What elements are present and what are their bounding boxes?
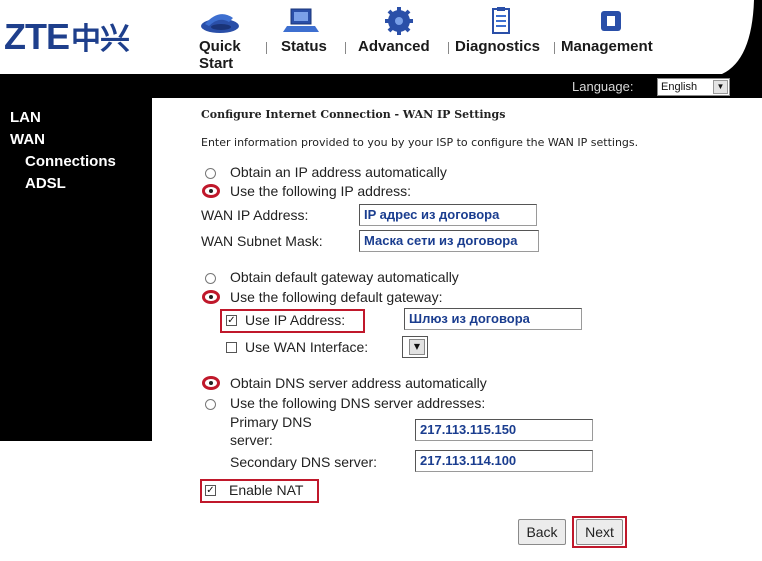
dns-manual-radio[interactable] <box>205 399 216 410</box>
ip-manual-label: Use the following IP address: <box>230 183 412 199</box>
secondary-dns-label: Secondary DNS server: <box>230 454 378 470</box>
nav-quick-start-label: Quick Start <box>199 38 241 72</box>
primary-dns-label-line2: server: <box>230 432 273 448</box>
sidebar-item-connections[interactable]: Connections <box>25 153 116 170</box>
gateway-manual-label: Use the following default gateway: <box>230 289 443 305</box>
nav-quick-start[interactable]: Quick Start <box>199 6 249 72</box>
diagnostics-icon <box>492 7 510 34</box>
ip-auto-label: Obtain an IP address automatically <box>230 164 447 180</box>
wan-mask-input[interactable]: Маска сети из договора <box>359 230 539 252</box>
primary-dns-input[interactable]: 217.113.115.150 <box>415 419 593 441</box>
dns-manual-label: Use the following DNS server addresses: <box>230 395 486 411</box>
enable-nat-label: Enable NAT <box>229 482 304 498</box>
wan-ip-input[interactable]: IP адрес из договора <box>359 204 537 226</box>
next-button[interactable]: Next <box>576 519 623 545</box>
logo-text: ZTE <box>4 16 70 57</box>
ip-manual-radio[interactable] <box>202 184 220 198</box>
sidebar-item-lan[interactable]: LAN <box>10 109 41 126</box>
wan-ip-label: WAN IP Address: <box>201 207 309 223</box>
nav-separator <box>266 42 267 54</box>
nav-diagnostics[interactable]: Diagnostics <box>455 6 545 55</box>
language-select[interactable]: English ▼ <box>657 78 730 96</box>
use-ip-label: Use IP Address: <box>245 312 346 328</box>
nav-advanced[interactable]: Advanced <box>358 6 438 55</box>
quick-start-icon <box>201 14 239 33</box>
back-button[interactable]: Back <box>518 519 566 545</box>
ip-auto-radio[interactable] <box>205 168 216 179</box>
gateway-ip-input[interactable]: Шлюз из договора <box>404 308 582 330</box>
sidebar-item-adsl[interactable]: ADSL <box>25 175 66 192</box>
nav-status-label: Status <box>281 38 327 55</box>
nav-separator <box>554 42 555 54</box>
gateway-manual-radio[interactable] <box>202 290 220 304</box>
page-description: Enter information provided to you by you… <box>201 136 639 149</box>
use-ip-checkbox[interactable]: ✓ <box>226 315 237 326</box>
dns-auto-label: Obtain DNS server address automatically <box>230 375 487 391</box>
page-title: Configure Internet Connection - WAN IP S… <box>201 108 506 121</box>
nav-diagnostics-label: Diagnostics <box>455 38 541 55</box>
primary-dns-label-line1: Primary DNS <box>230 414 312 430</box>
dns-auto-radio[interactable] <box>202 376 220 390</box>
nav-separator <box>448 42 449 54</box>
advanced-icon <box>385 7 413 35</box>
nav-advanced-label: Advanced <box>358 38 430 55</box>
enable-nat-checkbox[interactable]: ✓ <box>205 485 216 496</box>
language-bar <box>0 74 762 98</box>
header-corner-decoration <box>722 0 762 74</box>
sidebar-item-wan[interactable]: WAN <box>10 131 45 148</box>
sidebar <box>0 98 152 441</box>
use-wan-checkbox[interactable] <box>226 342 237 353</box>
gateway-auto-radio[interactable] <box>205 273 216 284</box>
gateway-auto-label: Obtain default gateway automatically <box>230 269 459 285</box>
chevron-down-icon: ▼ <box>713 80 728 94</box>
wan-interface-select[interactable]: ▼ <box>402 336 428 358</box>
nav-separator <box>345 42 346 54</box>
chevron-down-icon: ▼ <box>409 339 425 355</box>
nav-management-label: Management <box>561 38 653 55</box>
language-label: Language: <box>572 79 634 94</box>
nav-management[interactable]: Management <box>561 6 661 55</box>
zte-logo: ZTE中兴 <box>4 14 130 58</box>
header: ZTE中兴 Quick Start Status Advanced Diagno… <box>0 0 762 74</box>
management-icon <box>601 11 621 31</box>
logo-cn-text: 中兴 <box>71 23 130 56</box>
secondary-dns-input[interactable]: 217.113.114.100 <box>415 450 593 472</box>
use-wan-label: Use WAN Interface: <box>245 339 369 355</box>
language-select-value: English <box>661 81 698 93</box>
wan-mask-label: WAN Subnet Mask: <box>201 233 323 249</box>
nav-status[interactable]: Status <box>281 6 327 55</box>
status-icon <box>283 8 319 32</box>
